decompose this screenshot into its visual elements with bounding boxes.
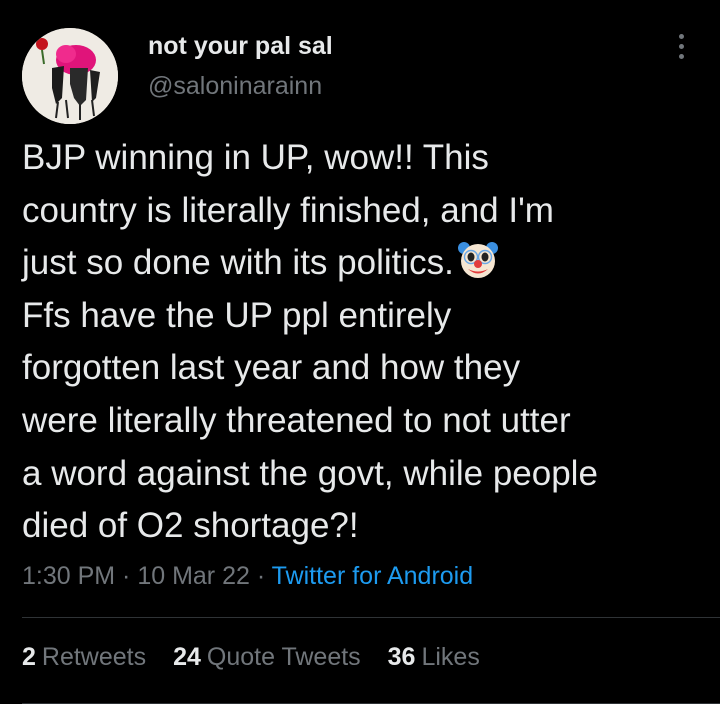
likes-count: 36 — [387, 643, 416, 671]
meta-separator: · — [115, 562, 138, 590]
retweets-label: Retweets — [41, 643, 147, 671]
tweet-time[interactable]: 1:30 PM — [22, 562, 115, 590]
tweet-source-link[interactable]: Twitter for Android — [272, 562, 473, 590]
tweet-line: Ffs have the UP ppl entirely — [22, 295, 452, 335]
clown-face-icon — [457, 242, 498, 279]
tweet-line: country is literally finished, and I'm — [22, 190, 554, 230]
likes-label: Likes — [421, 643, 480, 671]
tweet-date[interactable]: 10 Mar 22 — [137, 562, 250, 590]
tweet-meta: 1:30 PM · 10 Mar 22 · Twitter for Androi… — [22, 562, 473, 591]
tweet: not your pal sal @saloninarainn BJP winn… — [0, 0, 720, 704]
tweet-line-with-emoji: just so done with its politics. — [22, 237, 702, 290]
retweets-count: 2 — [22, 643, 36, 671]
tweet-text: BJP winning in UP, wow!! This country is… — [22, 132, 702, 553]
quote-tweets-stat[interactable]: 24 Quote Tweets — [173, 643, 361, 672]
tweet-line: a word against the govt, while people — [22, 453, 598, 493]
meta-separator: · — [249, 562, 272, 590]
tweet-line: were literally threatened to not utter — [22, 400, 571, 440]
username-handle[interactable]: @saloninarainn — [148, 72, 322, 101]
more-options-button[interactable] — [668, 30, 696, 64]
quote-tweets-label: Quote Tweets — [206, 643, 361, 671]
tweet-line-text: just so done with its politics. — [22, 243, 454, 283]
divider — [22, 617, 720, 618]
quote-tweets-count: 24 — [173, 643, 201, 671]
retweets-stat[interactable]: 2 Retweets — [22, 643, 146, 672]
display-name[interactable]: not your pal sal — [148, 32, 333, 61]
likes-stat[interactable]: 36 Likes — [388, 643, 480, 672]
tweet-line: forgotten last year and how they — [22, 348, 521, 388]
more-dot-icon — [679, 54, 684, 59]
avatar-image — [22, 28, 118, 124]
tweet-line: died of O2 shortage?! — [22, 506, 359, 546]
engagement-stats: 2 Retweets 24 Quote Tweets 36 Likes — [22, 643, 500, 672]
more-dot-icon — [679, 44, 684, 49]
more-dot-icon — [679, 34, 684, 39]
tweet-line: BJP winning in UP, wow!! This — [22, 138, 489, 177]
avatar[interactable] — [22, 28, 118, 124]
